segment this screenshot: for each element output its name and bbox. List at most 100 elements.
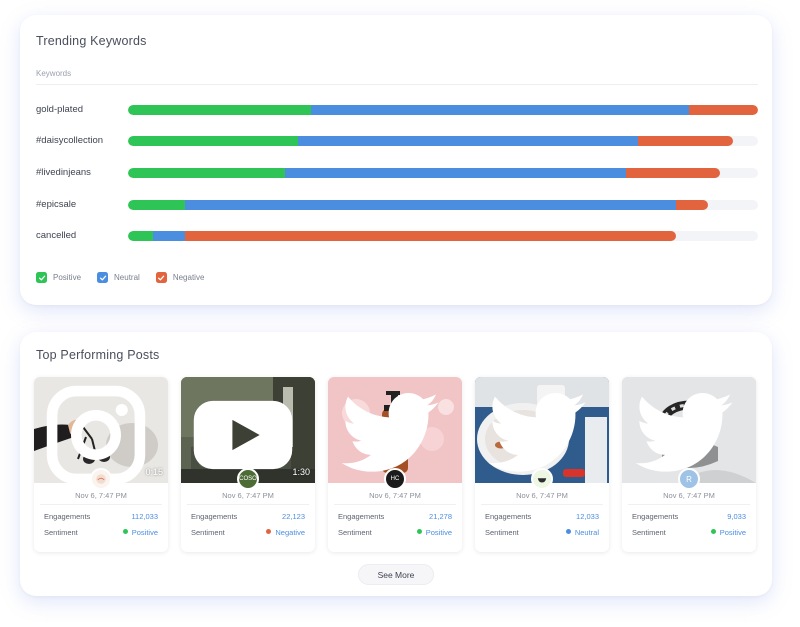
avatar[interactable]: [90, 468, 112, 490]
avatar[interactable]: R: [678, 468, 700, 490]
legend-label: Neutral: [114, 273, 140, 282]
neutral-segment: [184, 200, 677, 210]
video-duration: 0:15: [145, 467, 163, 477]
sentiment-row: Sentiment Positive: [44, 528, 158, 540]
sentiment-text: Positive: [425, 528, 452, 537]
post-card[interactable]: 0:15 Nov 6, 7:47 PM Engagements 112,033 …: [34, 377, 168, 552]
divider: [187, 504, 309, 505]
divider: [481, 504, 603, 505]
post-card[interactable]: 1:30 COSO Nov 6, 7:47 PM Engagements 22,…: [181, 377, 315, 552]
keyword-label: gold-plated: [36, 104, 84, 115]
neutral-segment: [310, 105, 689, 115]
post-date: Nov 6, 7:47 PM: [663, 491, 715, 500]
legend-label: Negative: [172, 273, 205, 282]
engagements-value: 21,278: [429, 512, 452, 521]
sentiment-value: Negative: [266, 528, 305, 537]
sentiment-track: [128, 136, 758, 146]
engagements-label: Engagements: [191, 512, 238, 521]
engagements-row: Engagements 9,033: [632, 512, 746, 524]
sentiment-bar[interactable]: [128, 200, 708, 210]
legend-neutral[interactable]: Neutral: [97, 272, 140, 283]
sentiment-dot: [565, 529, 571, 534]
positive-segment: [128, 231, 154, 241]
see-more-button[interactable]: See More: [358, 564, 434, 585]
keyword-label: cancelled: [36, 230, 77, 241]
post-date: Nov 6, 7:47 PM: [75, 491, 127, 500]
avatar-initials: R: [686, 474, 692, 484]
engagements-label: Engagements: [338, 512, 385, 521]
keyword-label: #daisycollection: [36, 135, 104, 146]
engagements-value: 22,123: [282, 512, 305, 521]
sentiment-text: Positive: [131, 528, 158, 537]
video-duration: 1:30: [292, 467, 310, 477]
neutral-segment: [285, 168, 626, 178]
legend-positive[interactable]: Positive: [36, 272, 81, 283]
sentiment-bar[interactable]: [128, 105, 758, 115]
keywords-column-header: Keywords: [36, 69, 72, 78]
engagements-row: Engagements 21,278: [338, 512, 452, 524]
sentiment-legend: Positive Neutral Negative: [36, 272, 220, 283]
positive-segment: [128, 136, 299, 146]
sentiment-track: [128, 105, 758, 115]
sentiment-text: Negative: [275, 528, 305, 537]
positive-segment: [128, 105, 311, 115]
keyword-row[interactable]: #epicsale: [36, 199, 758, 213]
avatar[interactable]: [531, 468, 553, 490]
sentiment-label: Sentiment: [485, 528, 519, 537]
sentiment-value: Positive: [710, 528, 746, 537]
sentiment-row: Sentiment Positive: [338, 528, 452, 540]
check-icon[interactable]: [97, 272, 109, 283]
post-card[interactable]: R Nov 6, 7:47 PM Engagements 9,033 Senti…: [622, 377, 756, 552]
post-date: Nov 6, 7:47 PM: [369, 491, 421, 500]
legend-negative[interactable]: Negative: [155, 272, 205, 283]
engagements-value: 12,033: [576, 512, 599, 521]
engagements-value: 112,033: [131, 512, 158, 521]
sentiment-bar[interactable]: [128, 231, 677, 241]
sentiment-bar[interactable]: [128, 168, 721, 178]
engagements-label: Engagements: [44, 512, 91, 521]
sentiment-text: Neutral: [574, 528, 599, 537]
check-icon[interactable]: [36, 272, 47, 283]
engagements-value: 9,033: [727, 512, 746, 521]
divider: [40, 504, 162, 505]
keyword-row[interactable]: cancelled: [36, 230, 758, 244]
sentiment-track: [128, 200, 758, 210]
sentiment-row: Sentiment Neutral: [485, 528, 599, 540]
top-posts-title: Top Performing Posts: [36, 348, 160, 362]
negative-segment: [688, 105, 758, 115]
sentiment-track: [128, 231, 758, 241]
sentiment-dot: [416, 529, 422, 534]
keyword-label: #epicsale: [36, 199, 77, 210]
header-divider: [36, 84, 758, 85]
sentiment-bar[interactable]: [128, 136, 733, 146]
sentiment-row: Sentiment Negative: [191, 528, 305, 540]
sentiment-value: Neutral: [565, 528, 599, 537]
sentiment-label: Sentiment: [44, 528, 78, 537]
negative-segment: [184, 231, 677, 241]
post-card[interactable]: Nov 6, 7:47 PM Engagements 12,033 Sentim…: [475, 377, 609, 552]
positive-segment: [128, 168, 286, 178]
sentiment-label: Sentiment: [191, 528, 225, 537]
keyword-row[interactable]: #daisycollection: [36, 135, 758, 149]
sentiment-label: Sentiment: [338, 528, 372, 537]
legend-label: Positive: [53, 273, 82, 282]
sentiment-value: Positive: [122, 528, 158, 537]
post-date: Nov 6, 7:47 PM: [222, 491, 274, 500]
engagements-row: Engagements 12,033: [485, 512, 599, 524]
post-card[interactable]: HC Nov 6, 7:47 PM Engagements 21,278 Sen…: [328, 377, 462, 552]
engagements-label: Engagements: [485, 512, 532, 521]
engagements-row: Engagements 112,033: [44, 512, 158, 524]
negative-segment: [625, 168, 721, 178]
post-date: Nov 6, 7:47 PM: [516, 491, 568, 500]
keyword-label: #livedinjeans: [36, 167, 91, 178]
keyword-row[interactable]: #livedinjeans: [36, 167, 758, 181]
keyword-row[interactable]: gold-plated: [36, 104, 758, 118]
sentiment-track: [128, 168, 758, 178]
check-icon[interactable]: [155, 272, 167, 283]
avatar-initials: COSO: [239, 476, 257, 482]
avatar[interactable]: COSO: [237, 468, 259, 490]
divider: [334, 504, 456, 505]
top-performing-posts-card: Top Performing Posts 0:15 Nov 6, 7:47 PM…: [20, 332, 772, 596]
sentiment-label: Sentiment: [632, 528, 666, 537]
avatar[interactable]: HC: [384, 468, 406, 490]
